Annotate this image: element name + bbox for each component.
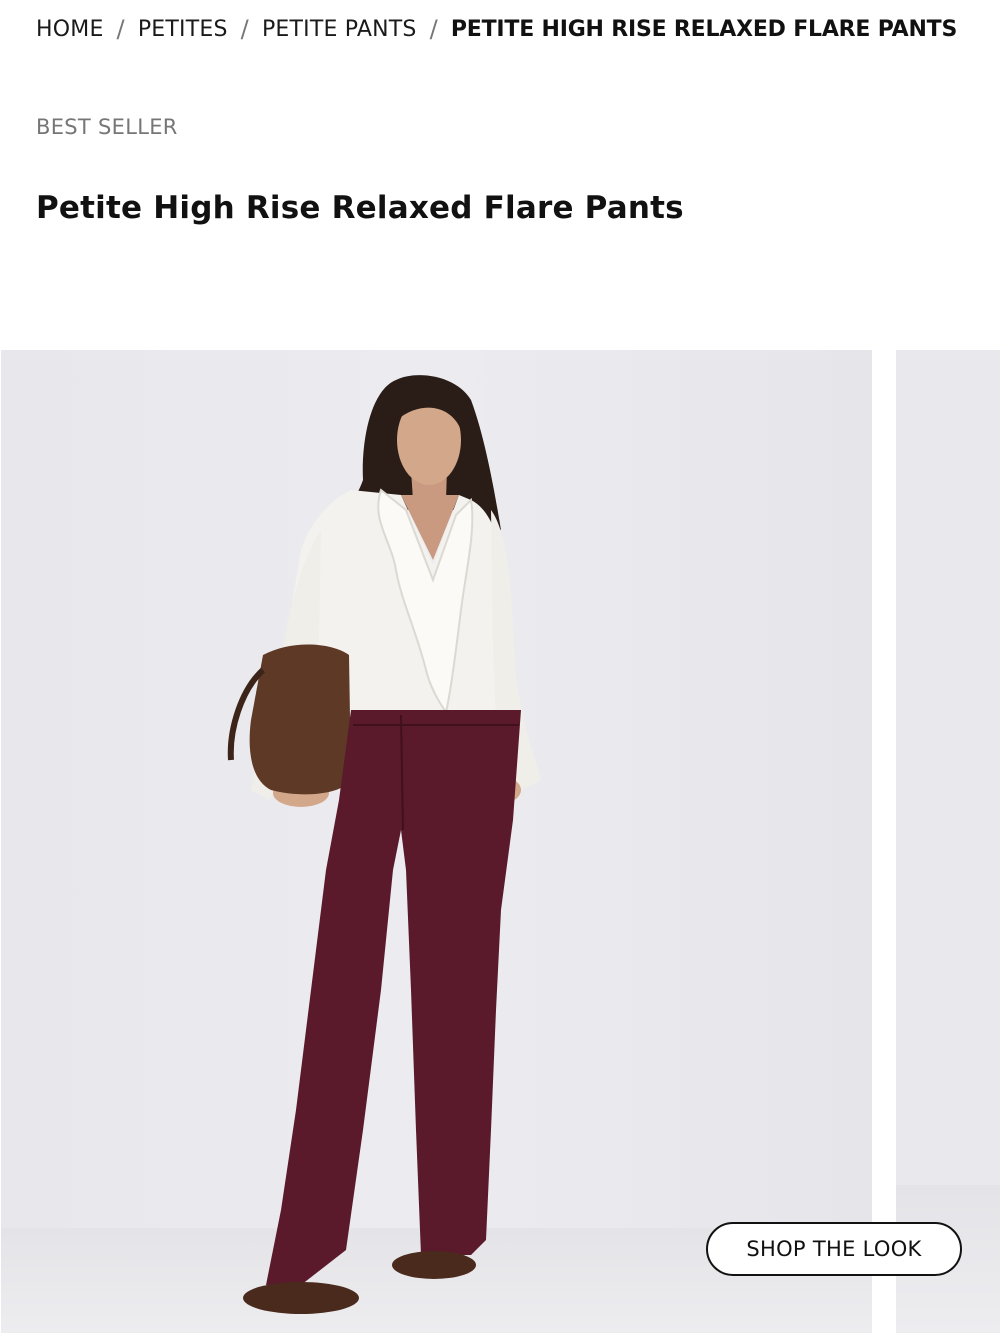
breadcrumb-current: PETITE HIGH RISE RELAXED FLARE PANTS xyxy=(450,16,958,42)
breadcrumb-home[interactable]: HOME xyxy=(36,17,104,42)
product-page: HOME / PETITES / PETITE PANTS / PETITE H… xyxy=(0,0,1000,1333)
product-image-next[interactable] xyxy=(896,350,1000,1333)
breadcrumb-petite-pants[interactable]: PETITE PANTS xyxy=(262,17,417,42)
breadcrumb: HOME / PETITES / PETITE PANTS / PETITE H… xyxy=(36,12,957,46)
product-image-main[interactable] xyxy=(1,350,872,1333)
breadcrumb-separator: / xyxy=(116,15,125,43)
shop-the-look-button[interactable]: SHOP THE LOOK xyxy=(706,1222,962,1276)
best-seller-badge: BEST SELLER xyxy=(36,115,178,139)
breadcrumb-separator: / xyxy=(429,15,438,43)
breadcrumb-petites[interactable]: PETITES xyxy=(138,17,228,42)
product-title: Petite High Rise Relaxed Flare Pants xyxy=(36,190,684,226)
product-image-gallery[interactable] xyxy=(0,350,1000,1333)
breadcrumb-separator: / xyxy=(240,15,249,43)
model-photo xyxy=(227,375,541,1314)
